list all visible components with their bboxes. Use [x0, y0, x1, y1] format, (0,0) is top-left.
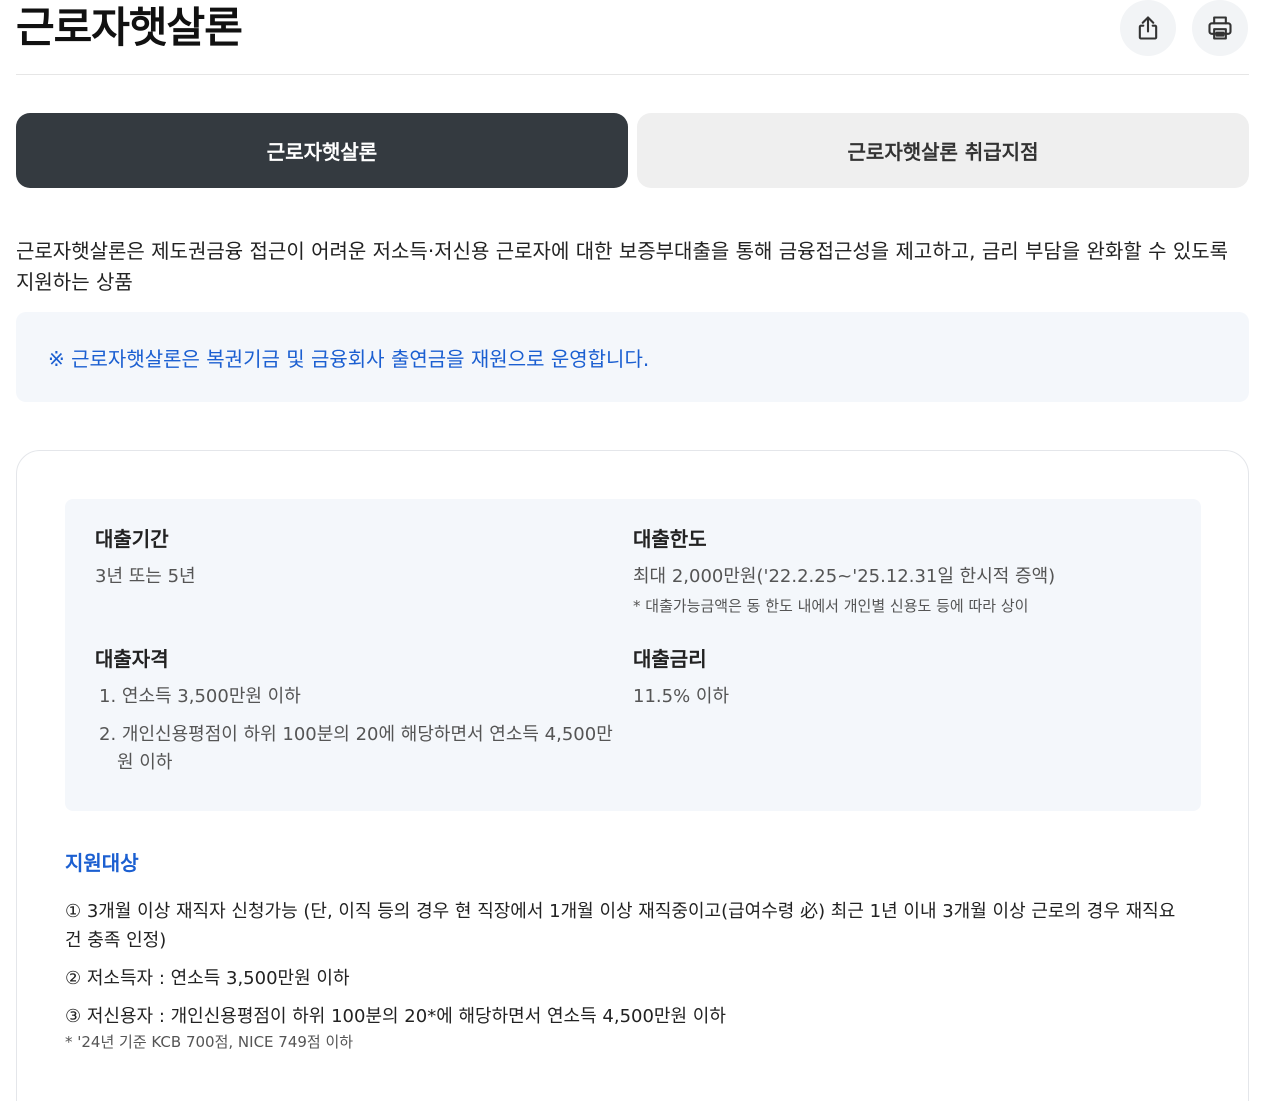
- loan-limit-note: * 대출가능금액은 동 한도 내에서 개인별 신용도 등에 따라 상이: [633, 597, 1029, 615]
- page-header: 근로자햇살론: [16, 0, 1249, 75]
- loan-eligibility: 대출자격 1. 연소득 3,500만원 이하 2. 개인신용평점이 하위 100…: [95, 645, 615, 787]
- page-title: 근로자햇살론: [16, 3, 243, 52]
- loan-limit-label: 대출한도: [633, 527, 707, 551]
- loan-period: 대출기간 3년 또는 5년: [95, 525, 595, 591]
- share-button[interactable]: [1120, 0, 1176, 56]
- eligibility-list: 1. 연소득 3,500만원 이하 2. 개인신용평점이 하위 100분의 20…: [95, 683, 615, 777]
- loan-limit-value: 최대 2,000만원('22.2.25~'25.12.31일 한시적 증액): [633, 566, 1056, 587]
- loan-period-label: 대출기간: [95, 527, 169, 551]
- list-item: 1. 연소득 3,500만원 이하: [99, 686, 301, 707]
- loan-rate-value: 11.5% 이하: [633, 686, 730, 707]
- print-button[interactable]: [1192, 0, 1248, 56]
- notice-text: ※ 근로자햇살론은 복권기금 및 금융회사 출연금을 재원으로 운영합니다.: [48, 346, 650, 371]
- loan-rate: 대출금리 11.5% 이하: [633, 645, 1173, 711]
- support-note: * '24년 기준 KCB 700점, NICE 749점 이하: [65, 1033, 354, 1051]
- page: 근로자햇살론 근로자햇살론 근로자햇살론 취급지점 근로자햇살론은 제도권금융 …: [16, 0, 1249, 1101]
- list-item: ③ 저신용자 : 개인신용평점이 하위 100분의 20*에 해당하면서 연소득…: [65, 1006, 726, 1027]
- support-target-title: 지원대상: [65, 851, 139, 875]
- product-description: 근로자햇살론은 제도권금융 접근이 어려운 저소득·저신용 근로자에 대한 보증…: [16, 239, 1229, 294]
- loan-limit: 대출한도 최대 2,000만원('22.2.25~'25.12.31일 한시적 …: [633, 525, 1173, 617]
- loan-period-value: 3년 또는 5년: [95, 566, 196, 587]
- share-icon: [1138, 16, 1158, 40]
- list-item: ② 저소득자 : 연소득 3,500만원 이하: [65, 968, 350, 989]
- tab-loan-info[interactable]: 근로자햇살론: [16, 113, 628, 188]
- tab-branches[interactable]: 근로자햇살론 취급지점: [637, 113, 1249, 188]
- product-card: 대출기간 3년 또는 5년 대출한도 최대 2,000만원('22.2.25~'…: [16, 450, 1249, 1101]
- printer-icon: [1208, 16, 1232, 40]
- tab-bar: 근로자햇살론 근로자햇살론 취급지점: [16, 113, 1249, 188]
- loan-eligibility-label: 대출자격: [95, 647, 169, 671]
- support-target-list: ① 3개월 이상 재직자 신청가능 (단, 이직 등의 경우 현 직장에서 1개…: [65, 897, 1185, 1052]
- list-item: 2. 개인신용평점이 하위 100분의 20에 해당하면서 연소득 4,500만…: [99, 724, 613, 773]
- list-item: ① 3개월 이상 재직자 신청가능 (단, 이직 등의 경우 현 직장에서 1개…: [65, 901, 1176, 951]
- loan-rate-label: 대출금리: [633, 647, 707, 671]
- loan-info-box: 대출기간 3년 또는 5년 대출한도 최대 2,000만원('22.2.25~'…: [65, 499, 1201, 811]
- notice-box: ※ 근로자햇살론은 복권기금 및 금융회사 출연금을 재원으로 운영합니다.: [16, 312, 1249, 402]
